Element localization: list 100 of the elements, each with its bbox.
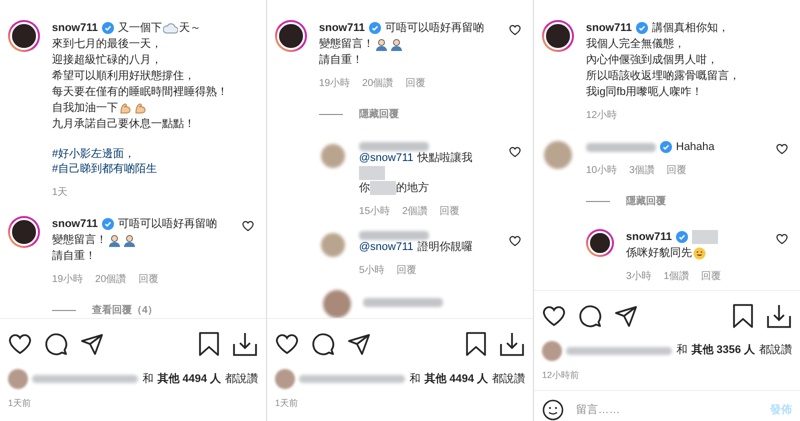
comment-text: 自我加油一下 bbox=[52, 100, 118, 116]
likes-text: 都說讚 bbox=[225, 372, 258, 387]
comment-text: 變態留言！ bbox=[52, 232, 107, 248]
blurred-username bbox=[586, 142, 656, 152]
comment-text: 每天要在僅有的睡眠時間裡睡得熟！ bbox=[52, 84, 228, 100]
flexed-arm-emoji-icon bbox=[119, 102, 132, 114]
comment-text: 天～ bbox=[178, 20, 201, 36]
comment-meta: 19小時 bbox=[319, 76, 350, 91]
heart-icon[interactable] bbox=[242, 220, 254, 232]
bookmark-icon[interactable] bbox=[465, 331, 487, 357]
comment-text: 來到七月的最後一天， bbox=[52, 36, 162, 52]
comment-text: Hahaha bbox=[676, 140, 715, 154]
download-icon[interactable] bbox=[232, 331, 258, 357]
avatar[interactable] bbox=[8, 216, 40, 248]
username[interactable]: snow711 bbox=[52, 20, 98, 36]
person-emoji-icon bbox=[123, 234, 136, 246]
username[interactable]: snow711 bbox=[319, 20, 365, 36]
comment-text: 內心仲偃強到成個男人咁， bbox=[586, 52, 718, 68]
download-icon[interactable] bbox=[499, 331, 525, 357]
avatar[interactable] bbox=[586, 229, 614, 257]
send-icon[interactable] bbox=[614, 304, 638, 328]
comment-meta: 5小時 bbox=[359, 264, 385, 278]
username[interactable]: snow711 bbox=[52, 216, 98, 232]
redaction-block bbox=[359, 166, 385, 180]
comment-meta: 15小時 bbox=[359, 204, 390, 219]
comment-field[interactable]: 留言…… bbox=[576, 402, 758, 418]
person-emoji-icon bbox=[108, 234, 121, 246]
comment-icon[interactable] bbox=[44, 332, 68, 356]
avatar[interactable] bbox=[8, 20, 40, 52]
comment-meta: 1個讚 bbox=[664, 270, 690, 284]
redaction-block bbox=[692, 230, 718, 244]
comment-meta: 10小時 bbox=[586, 164, 618, 178]
comment-text: 請自重！ bbox=[319, 52, 363, 68]
mention-link[interactable]: @snow711 bbox=[359, 240, 414, 255]
comment-meta: 3小時 bbox=[626, 270, 652, 284]
mention-link[interactable]: @snow711 bbox=[359, 151, 414, 166]
comment-meta: 3個讚 bbox=[629, 164, 655, 178]
likes-text: 和 bbox=[142, 372, 154, 387]
comment-text: 迎接超級忙碌的八月， bbox=[52, 52, 162, 68]
comment-text: 證明你靚囉 bbox=[417, 240, 472, 255]
comment-text: 的地方 bbox=[396, 180, 429, 196]
blurred-username bbox=[359, 231, 429, 240]
heart-icon[interactable] bbox=[776, 143, 788, 155]
comment-text: 可唔可以唔好再留啲 bbox=[384, 20, 484, 36]
username[interactable]: snow711 bbox=[586, 20, 632, 36]
comment-text: 變態留言！ bbox=[319, 36, 374, 52]
comment-icon[interactable] bbox=[578, 304, 602, 328]
likes-text: 和 bbox=[676, 343, 688, 358]
comment-text: 九月承諾自己要休息一點點！ bbox=[52, 116, 195, 132]
likes-text: 都說讚 bbox=[759, 343, 792, 358]
hashtag-link[interactable]: #好小影左邊面， bbox=[52, 148, 136, 160]
cloud-emoji-icon bbox=[162, 22, 178, 34]
comment-icon[interactable] bbox=[311, 332, 335, 356]
heart-icon[interactable] bbox=[509, 235, 521, 247]
heart-icon[interactable] bbox=[509, 146, 521, 158]
send-icon[interactable] bbox=[80, 332, 104, 356]
comment-text: 又一個下 bbox=[118, 20, 162, 36]
comment-text: 我個人完全無儀態， bbox=[586, 36, 685, 52]
post-date: 12小時前 bbox=[542, 368, 580, 382]
likes-count[interactable]: 其他 4494 人 bbox=[424, 370, 488, 388]
heart-icon[interactable] bbox=[776, 233, 788, 245]
heart-icon[interactable] bbox=[509, 24, 521, 36]
likes-text: 都說讚 bbox=[492, 372, 525, 387]
redaction-block bbox=[370, 181, 396, 195]
heart-icon[interactable] bbox=[275, 332, 299, 356]
blurred-username bbox=[359, 142, 429, 151]
smiley-icon[interactable] bbox=[542, 399, 564, 421]
comment-meta: 1天 bbox=[52, 186, 68, 200]
grinning-face-emoji-icon bbox=[693, 246, 706, 260]
comment-text: 快點啦讓我 bbox=[417, 151, 472, 166]
download-icon[interactable] bbox=[766, 302, 792, 328]
likes-count[interactable]: 其他 3356 人 bbox=[691, 342, 755, 359]
comment-meta: 20個讚 bbox=[362, 76, 394, 91]
comment-meta: 19小時 bbox=[52, 272, 84, 287]
post-date: 1天前 bbox=[8, 397, 32, 410]
likes-count[interactable]: 其他 4494 人 bbox=[157, 370, 221, 388]
avatar[interactable] bbox=[542, 20, 574, 52]
heart-icon[interactable] bbox=[8, 332, 32, 356]
person-emoji-icon bbox=[375, 38, 388, 50]
comment-text: 希望可以順利用好狀態撐住， bbox=[52, 68, 195, 84]
hashtag-link[interactable]: #自己睇到都有啲陌生 bbox=[52, 163, 158, 175]
comment-meta: 2個讚 bbox=[402, 204, 428, 219]
comment-text: 係咪好貌同先 bbox=[626, 246, 692, 260]
username[interactable]: snow711 bbox=[626, 230, 672, 244]
person-emoji-icon bbox=[390, 38, 403, 50]
post-date: 1天前 bbox=[275, 397, 300, 410]
bookmark-icon[interactable] bbox=[732, 302, 754, 328]
avatar[interactable] bbox=[275, 20, 307, 52]
comment-text: 可唔可以唔好再留啲 bbox=[118, 216, 217, 232]
send-icon[interactable] bbox=[347, 332, 371, 356]
comment-text: 請自重！ bbox=[52, 248, 96, 264]
likes-text: 和 bbox=[409, 372, 420, 387]
comment-meta: 12小時 bbox=[586, 108, 618, 123]
comment-text: 講個真相你知， bbox=[652, 20, 729, 36]
heart-icon[interactable] bbox=[542, 304, 566, 328]
bookmark-icon[interactable] bbox=[198, 331, 220, 357]
comment-text: 我ig同fb用嚟呃人㗎咋！ bbox=[586, 84, 703, 100]
comment-text: 所以唔該收返埋啲露骨嘅留言， bbox=[586, 68, 740, 84]
comment-meta: 20個讚 bbox=[95, 272, 126, 287]
comment-text: 你 bbox=[359, 180, 370, 196]
